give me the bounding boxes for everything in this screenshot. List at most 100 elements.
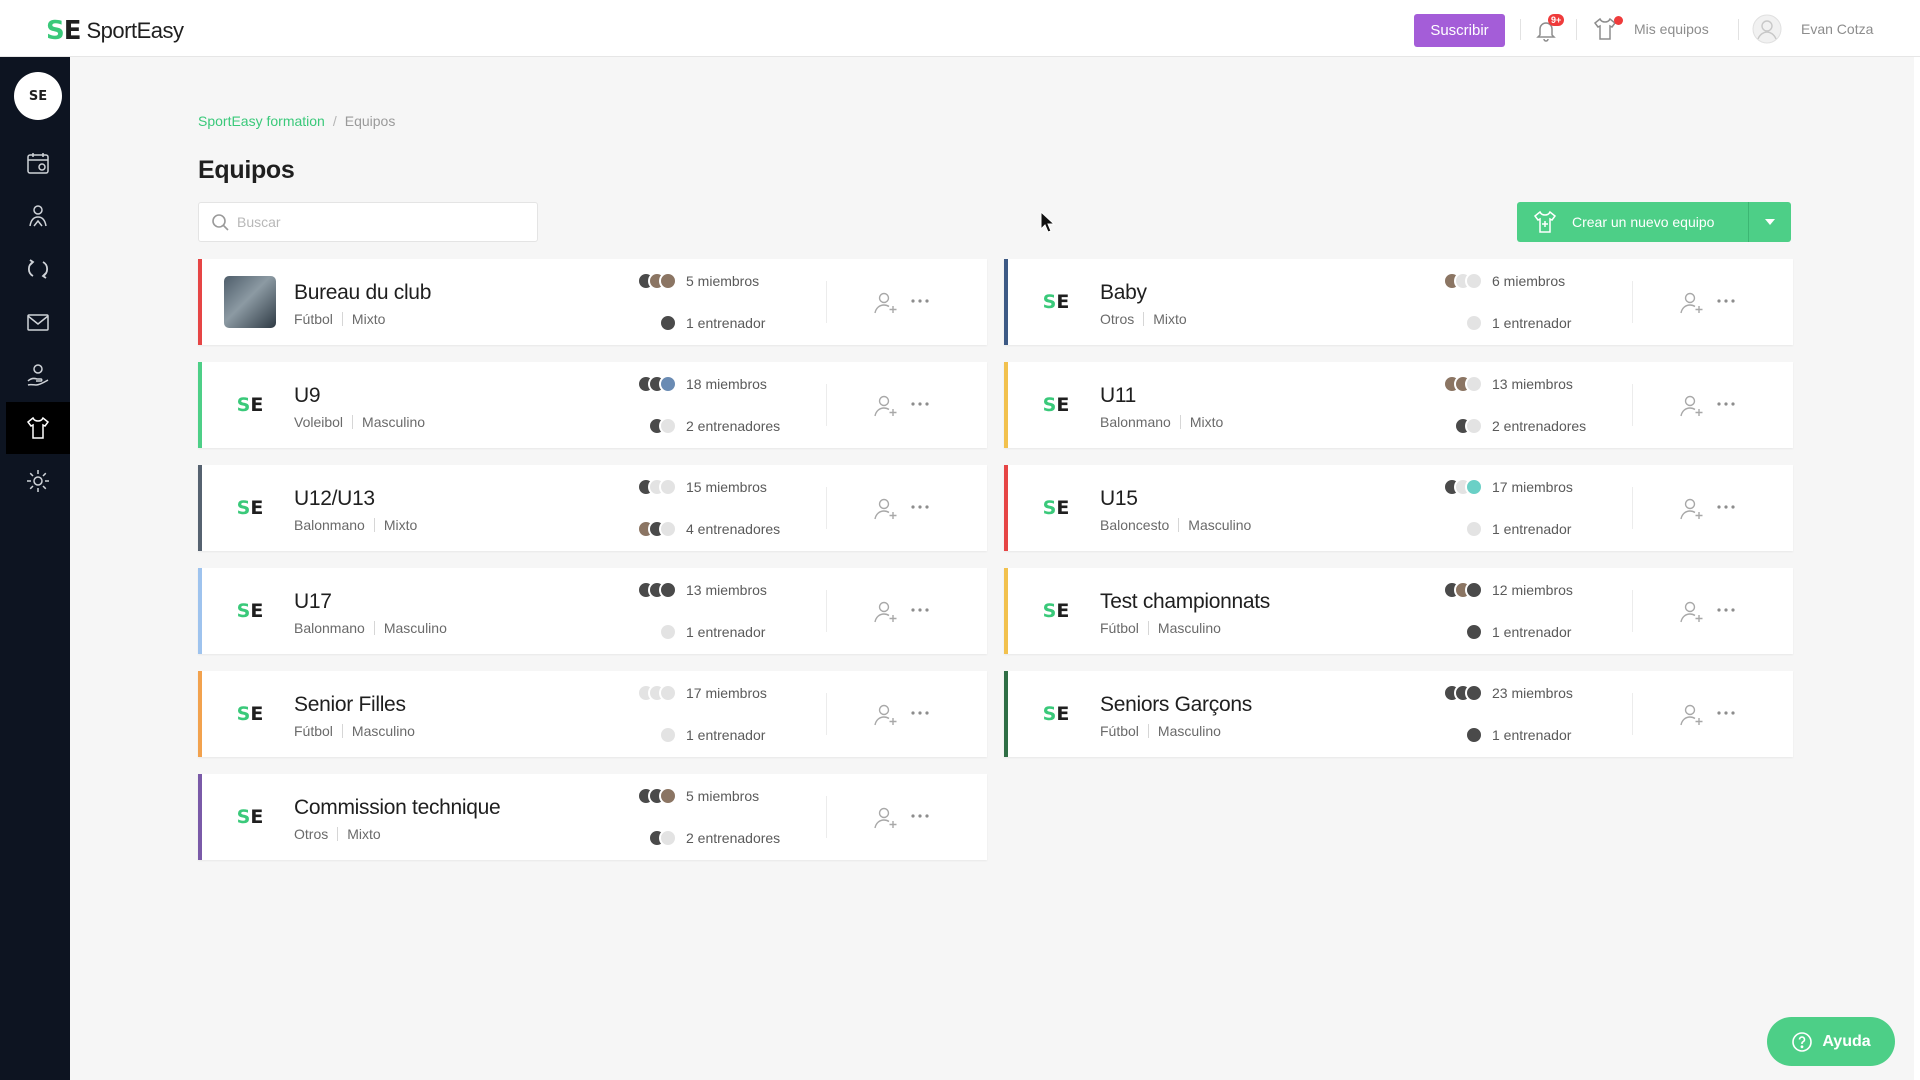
team-members[interactable]: 5 miembros bbox=[627, 270, 759, 292]
team-coaches[interactable]: 1 entrenador bbox=[627, 724, 765, 746]
mail-icon bbox=[27, 314, 49, 331]
team-gender: Masculino bbox=[1157, 723, 1221, 739]
team-card[interactable]: S E U12/U13 Balonmano Mixto 15 miembros 4 entr… bbox=[198, 465, 987, 551]
add-member-icon[interactable] bbox=[1678, 392, 1706, 420]
sidebar-item-settings[interactable] bbox=[6, 455, 70, 507]
team-card[interactable]: S E U15 Baloncesto Masculino 17 miembros 1 ent… bbox=[1004, 465, 1793, 551]
more-options-icon[interactable] bbox=[910, 600, 930, 620]
more-options-icon[interactable] bbox=[910, 291, 930, 311]
search-input[interactable] bbox=[237, 214, 517, 230]
sidebar-item-teams[interactable] bbox=[6, 402, 70, 454]
team-meta: Otros Mixto bbox=[294, 826, 381, 842]
my-teams-link[interactable]: Mis equipos bbox=[1634, 21, 1709, 37]
team-coaches[interactable]: 2 entrenadores bbox=[627, 827, 780, 849]
team-name[interactable]: U17 bbox=[294, 590, 332, 614]
member-avatar bbox=[1465, 684, 1483, 702]
team-card[interactable]: S E Senior Filles Fútbol Masculino 17 miembro… bbox=[198, 671, 987, 757]
more-options-icon[interactable] bbox=[1716, 703, 1736, 723]
breadcrumb-root-link[interactable]: SportEasy formation bbox=[198, 113, 325, 129]
add-member-icon[interactable] bbox=[872, 804, 900, 832]
create-team-button[interactable]: Crear un nuevo equipo bbox=[1517, 202, 1791, 242]
team-coaches[interactable]: 1 entrenador bbox=[1433, 621, 1571, 643]
sidebar-item-messages[interactable] bbox=[6, 296, 70, 348]
create-team-dropdown[interactable] bbox=[1748, 202, 1791, 242]
coach-avatars bbox=[627, 623, 677, 641]
team-name[interactable]: Bureau du club bbox=[294, 281, 431, 305]
more-options-icon[interactable] bbox=[1716, 600, 1736, 620]
add-member-icon[interactable] bbox=[1678, 598, 1706, 626]
team-card[interactable]: S E Seniors Garçons Fútbol Masculino 23 miemb… bbox=[1004, 671, 1793, 757]
members-count: 15 miembros bbox=[686, 479, 767, 495]
right-edge bbox=[1914, 0, 1920, 1080]
team-name[interactable]: Test championnats bbox=[1100, 590, 1270, 614]
more-options-icon[interactable] bbox=[1716, 497, 1736, 517]
user-name[interactable]: Evan Cotza bbox=[1801, 21, 1873, 37]
sidebar-item-calendar[interactable] bbox=[6, 137, 70, 189]
subscribe-button[interactable]: Suscribir bbox=[1414, 14, 1505, 47]
team-coaches[interactable]: 1 entrenador bbox=[1433, 724, 1571, 746]
more-options-icon[interactable] bbox=[910, 703, 930, 723]
team-members[interactable]: 17 miembros bbox=[627, 682, 767, 704]
team-name[interactable]: Senior Filles bbox=[294, 693, 406, 717]
team-coaches[interactable]: 1 entrenador bbox=[627, 312, 765, 334]
team-coaches[interactable]: 1 entrenador bbox=[1433, 518, 1571, 540]
sidebar-item-payments[interactable] bbox=[6, 349, 70, 401]
add-member-icon[interactable] bbox=[872, 701, 900, 729]
team-members[interactable]: 17 miembros bbox=[1433, 476, 1573, 498]
team-coaches[interactable]: 1 entrenador bbox=[1433, 312, 1571, 334]
sidebar-item-members[interactable] bbox=[6, 190, 70, 242]
team-sport: Fútbol bbox=[1100, 620, 1139, 636]
club-logo[interactable]: SE bbox=[14, 72, 62, 120]
card-divider bbox=[1632, 693, 1633, 735]
team-card[interactable]: S E Test championnats Fútbol Masculino 12 mie… bbox=[1004, 568, 1793, 654]
team-coaches[interactable]: 2 entrenadores bbox=[1433, 415, 1586, 437]
team-members[interactable]: 15 miembros bbox=[627, 476, 767, 498]
team-card[interactable]: S E Baby Otros Mixto 6 miembros 1 entrenador bbox=[1004, 259, 1793, 345]
add-member-icon[interactable] bbox=[872, 392, 900, 420]
team-card[interactable]: S E U9 Voleibol Masculino 18 miembros 2 entren… bbox=[198, 362, 987, 448]
team-name[interactable]: U9 bbox=[294, 384, 321, 408]
more-options-icon[interactable] bbox=[910, 394, 930, 414]
team-members[interactable]: 5 miembros bbox=[627, 785, 759, 807]
team-name[interactable]: Seniors Garçons bbox=[1100, 693, 1252, 717]
member-avatar bbox=[659, 520, 677, 538]
team-name[interactable]: Commission technique bbox=[294, 796, 501, 820]
team-members[interactable]: 6 miembros bbox=[1433, 270, 1565, 292]
team-name[interactable]: Baby bbox=[1100, 281, 1147, 305]
meta-divider bbox=[373, 518, 375, 532]
coaches-count: 2 entrenadores bbox=[686, 830, 781, 846]
team-card[interactable]: S E U11 Balonmano Mixto 13 miembros 2 entrenad… bbox=[1004, 362, 1793, 448]
team-members[interactable]: 13 miembros bbox=[1433, 373, 1573, 395]
members-count: 23 miembros bbox=[1492, 685, 1573, 701]
team-members[interactable]: 18 miembros bbox=[627, 373, 767, 395]
team-card[interactable]: S E Commission technique Otros Mixto 5 miembr… bbox=[198, 774, 987, 860]
add-member-icon[interactable] bbox=[872, 289, 900, 317]
more-options-icon[interactable] bbox=[1716, 291, 1736, 311]
team-name[interactable]: U15 bbox=[1100, 487, 1138, 511]
team-name[interactable]: U12/U13 bbox=[294, 487, 375, 511]
user-avatar[interactable] bbox=[1752, 14, 1782, 44]
team-card[interactable]: S E U17 Balonmano Masculino 13 miembros 1 entr… bbox=[198, 568, 987, 654]
team-coaches[interactable]: 2 entrenadores bbox=[627, 415, 780, 437]
sidebar-item-exchange[interactable] bbox=[6, 243, 70, 295]
team-members[interactable]: 13 miembros bbox=[627, 579, 767, 601]
more-options-icon[interactable] bbox=[910, 497, 930, 517]
add-member-icon[interactable] bbox=[1678, 701, 1706, 729]
team-name[interactable]: U11 bbox=[1100, 384, 1136, 408]
search-box[interactable] bbox=[198, 202, 538, 242]
add-member-icon[interactable] bbox=[1678, 289, 1706, 317]
more-options-icon[interactable] bbox=[910, 806, 930, 826]
members-count: 13 miembros bbox=[1492, 376, 1573, 392]
member-avatars bbox=[627, 375, 677, 393]
help-button[interactable]: Ayuda bbox=[1767, 1017, 1895, 1066]
team-coaches[interactable]: 4 entrenadores bbox=[627, 518, 780, 540]
team-members[interactable]: 23 miembros bbox=[1433, 682, 1573, 704]
add-member-icon[interactable] bbox=[1678, 495, 1706, 523]
team-coaches[interactable]: 1 entrenador bbox=[627, 621, 765, 643]
more-options-icon[interactable] bbox=[1716, 394, 1736, 414]
add-member-icon[interactable] bbox=[872, 495, 900, 523]
sporteasy-logo[interactable]: SE SportEasy bbox=[46, 16, 184, 46]
team-members[interactable]: 12 miembros bbox=[1433, 579, 1573, 601]
add-member-icon[interactable] bbox=[872, 598, 900, 626]
team-card[interactable]: Bureau du club Fútbol Mixto 5 miembros 1 ent… bbox=[198, 259, 987, 345]
